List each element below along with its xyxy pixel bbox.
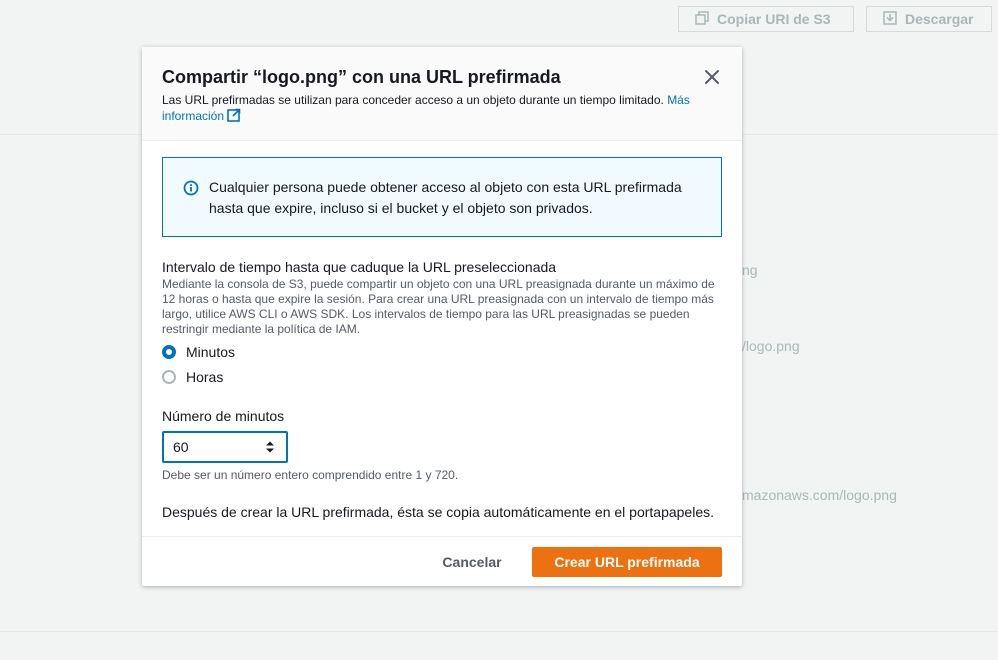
radio-minutes-control[interactable]: [162, 345, 176, 359]
external-link-icon: [227, 108, 241, 126]
modal-header: Compartir “logo.png” con una URL prefirm…: [142, 47, 742, 141]
radio-hours[interactable]: Horas: [162, 369, 223, 385]
interval-description: Mediante la consola de S3, puede compart…: [162, 277, 715, 336]
download-icon: [883, 10, 897, 28]
copy-s3-uri-button[interactable]: Copiar URI de S3: [678, 6, 854, 32]
radio-minutes-label: Minutos: [186, 344, 236, 360]
radio-minutes[interactable]: Minutos: [162, 344, 235, 360]
presigned-url-modal: Compartir “logo.png” con una URL prefirm…: [142, 47, 742, 586]
copy-icon: [695, 10, 709, 28]
alert-text: Cualquier persona puede obtener acceso a…: [209, 179, 682, 216]
copy-s3-uri-label: Copiar URI de S3: [717, 11, 831, 27]
cancel-button[interactable]: Cancelar: [428, 547, 516, 577]
modal-description-text: Las URL prefirmadas se utilizan para con…: [162, 93, 664, 107]
radio-hours-label: Horas: [186, 369, 224, 385]
download-button[interactable]: Descargar: [866, 6, 992, 32]
create-presigned-url-button[interactable]: Crear URL prefirmada: [532, 547, 722, 577]
minutes-hint: Debe ser un número entero comprendido en…: [162, 468, 459, 482]
modal-footer: Cancelar Crear URL prefirmada: [142, 536, 742, 586]
info-alert: Cualquier persona puede obtener acceso a…: [162, 157, 722, 237]
interval-label: Intervalo de tiempo hasta que caduque la…: [162, 259, 557, 275]
info-icon: [183, 180, 199, 201]
clipboard-note: Después de crear la URL prefirmada, ésta…: [162, 504, 715, 520]
bg-text-fragment: mazonaws.com/logo.png: [742, 487, 897, 503]
bg-text-fragment: /logo.png: [742, 338, 800, 354]
minutes-field-label: Número de minutos: [162, 408, 285, 424]
bg-text-fragment: ng: [742, 262, 758, 278]
download-label: Descargar: [905, 11, 974, 27]
modal-title: Compartir “logo.png” con una URL prefirm…: [162, 67, 561, 87]
modal-description: Las URL prefirmadas se utilizan para con…: [162, 93, 702, 126]
minutes-input[interactable]: 60: [162, 431, 288, 463]
radio-hours-control[interactable]: [162, 370, 176, 384]
close-icon[interactable]: [702, 67, 722, 87]
close-button[interactable]: [702, 67, 722, 87]
number-stepper-icon[interactable]: [266, 440, 274, 454]
minutes-input-value[interactable]: 60: [173, 439, 189, 455]
